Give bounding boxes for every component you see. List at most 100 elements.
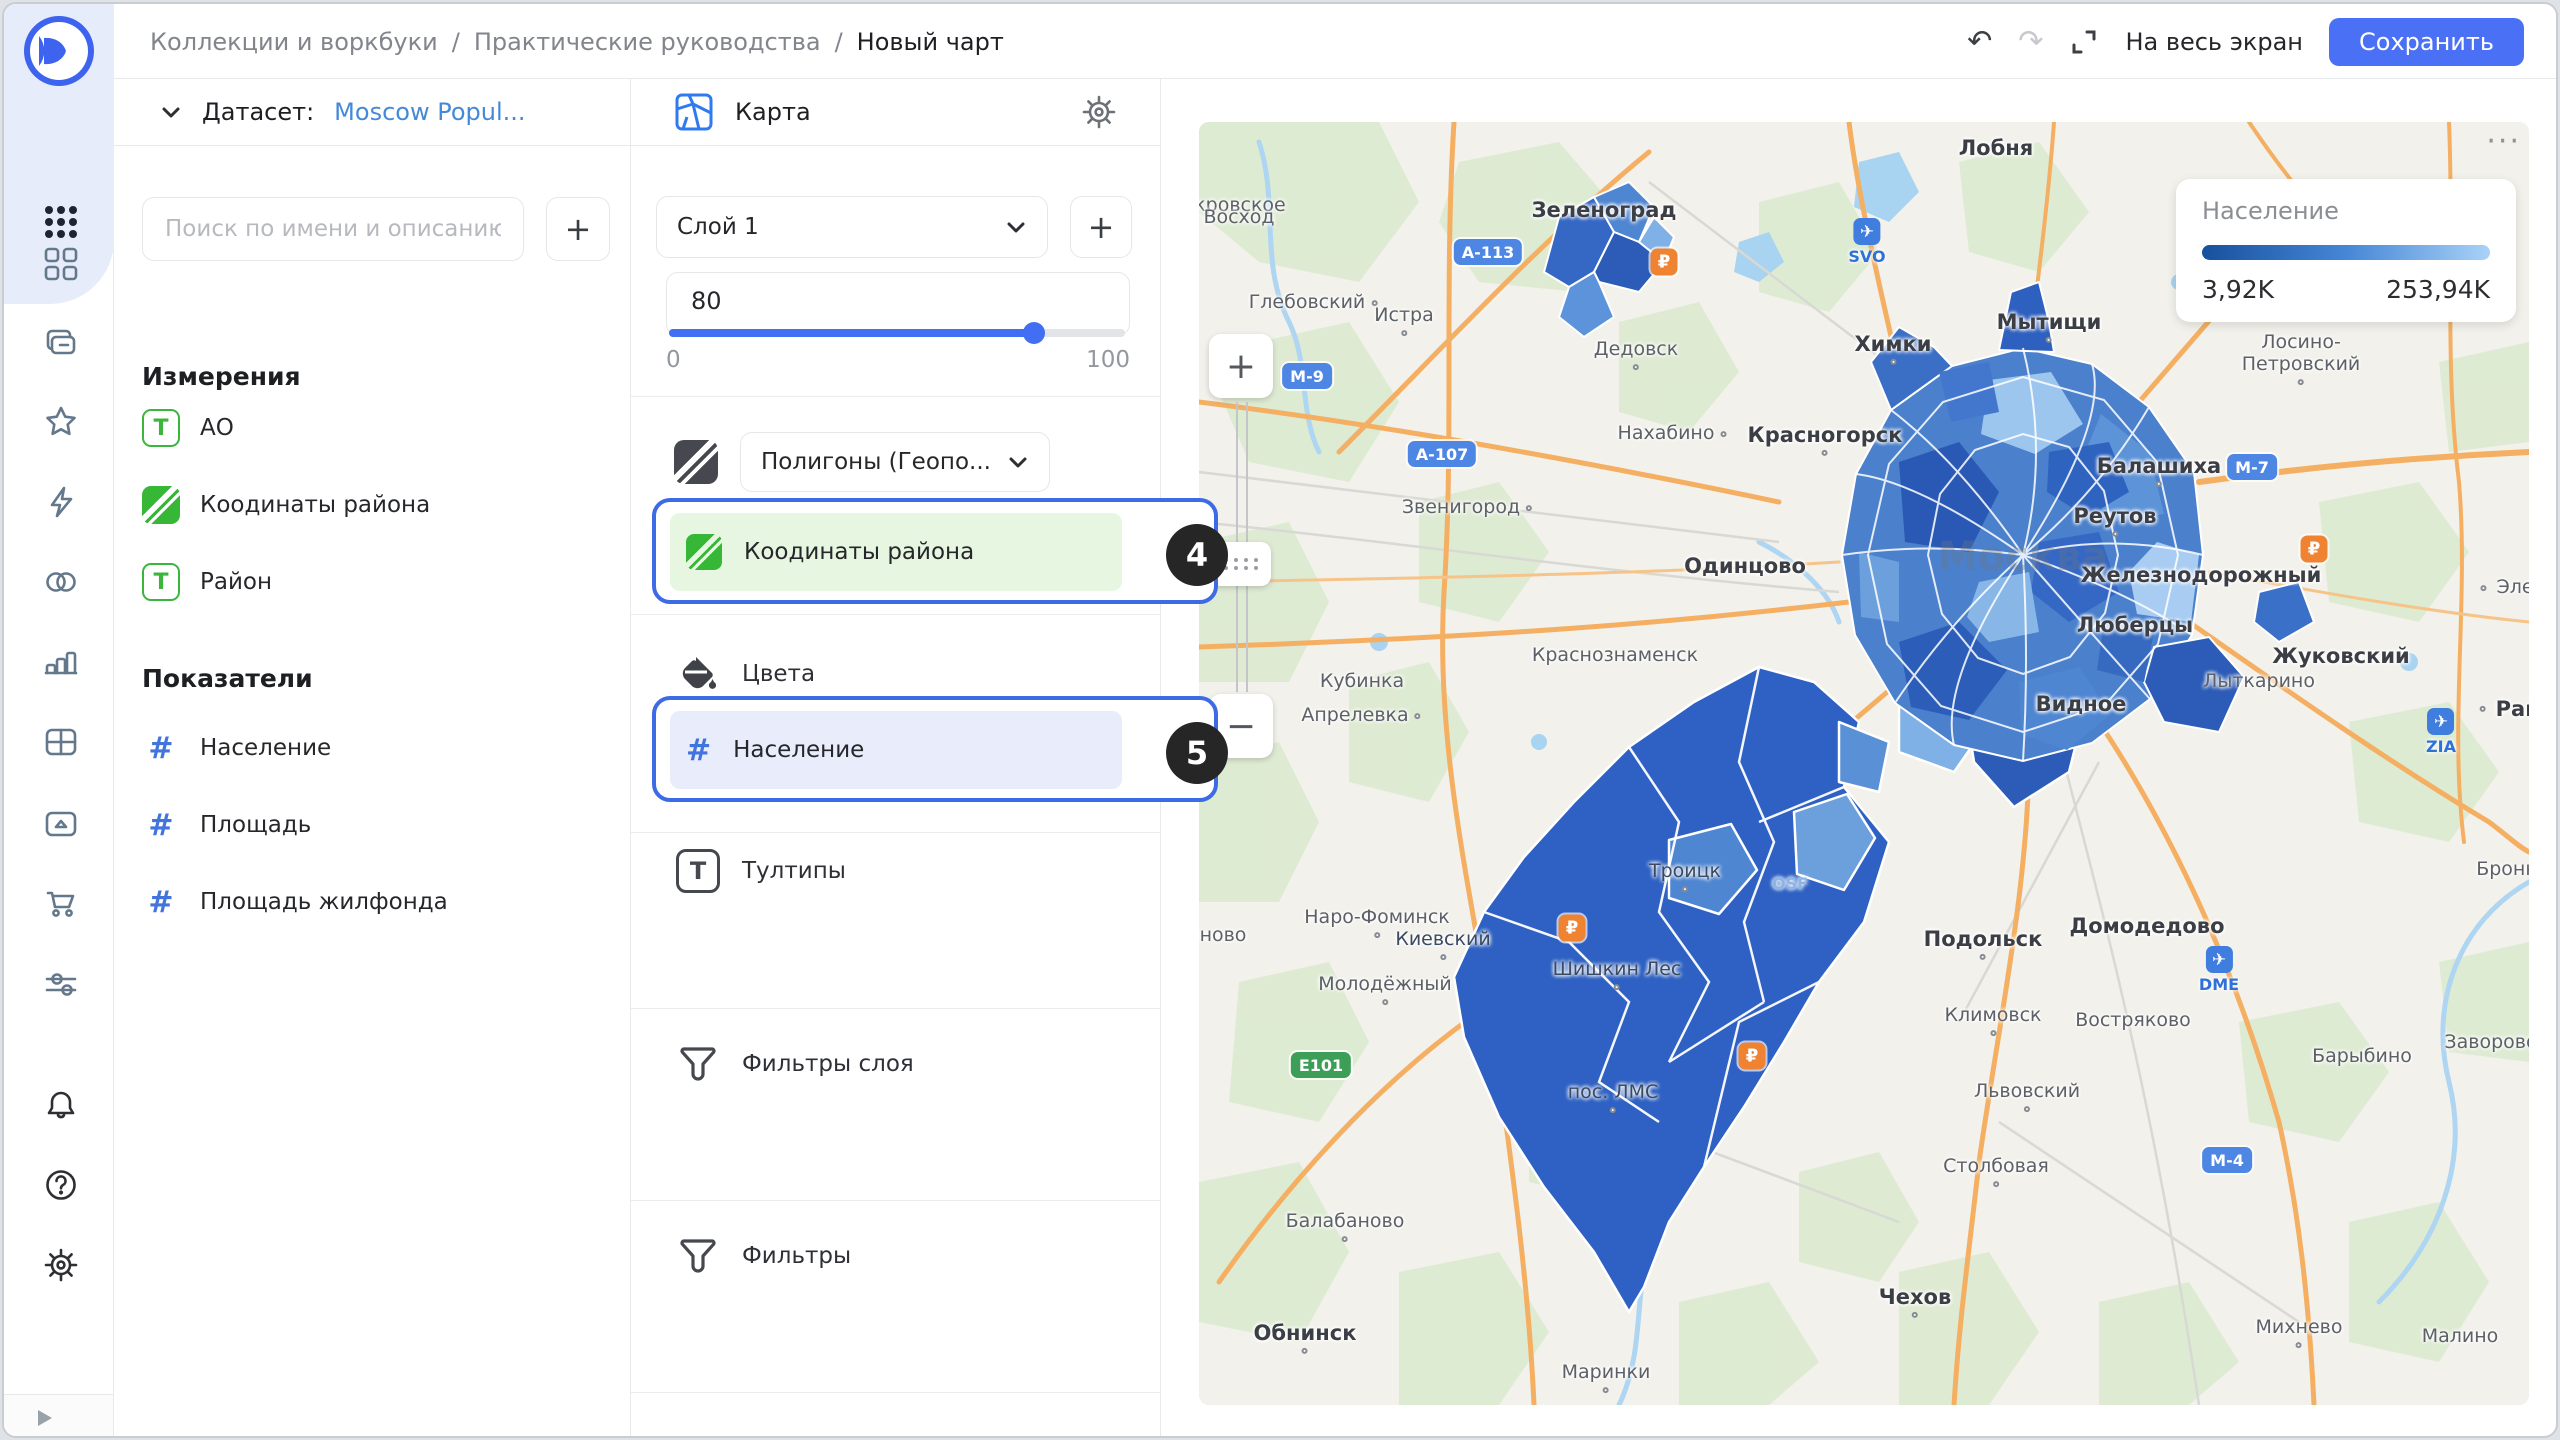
layer-select[interactable]: Слой 1 (656, 196, 1048, 258)
measure-field-row[interactable]: Площадь жилфонда (142, 883, 448, 921)
measure-field-row[interactable]: Площадь (142, 806, 311, 844)
breadcrumb-guides[interactable]: Практические руководства (474, 28, 821, 56)
geolayer-section: Полигоны (Геопо... (674, 432, 1050, 492)
filters-section[interactable]: Фильтры (676, 1234, 851, 1278)
redo-icon[interactable]: ↷ (2018, 27, 2043, 57)
dashboards-icon[interactable] (39, 242, 83, 286)
map-chart-icon[interactable] (673, 91, 715, 133)
connections-icon[interactable] (39, 560, 83, 604)
filters-label: Фильтры (742, 1243, 851, 1269)
tutorial-step-badge-5: 5 (1166, 722, 1228, 784)
storage-folder-icon[interactable] (39, 802, 83, 846)
plane-icon (2205, 946, 2232, 973)
field-label: Коодинаты района (200, 492, 430, 518)
geopolygon-field-label: Коодинаты района (744, 539, 974, 565)
field-type-icon (142, 729, 180, 767)
charts-icon[interactable] (39, 640, 83, 684)
slider-fill (669, 329, 1034, 337)
notifications-bell-icon[interactable] (39, 1084, 83, 1128)
header-actions: ↶ ↷ На весь экран Сохранить (1967, 4, 2524, 79)
tables-icon[interactable] (39, 720, 83, 764)
field-label: Площадь жилфонда (200, 889, 448, 915)
road-shield: М-7 (2227, 454, 2277, 480)
add-field-button[interactable]: + (546, 197, 610, 261)
add-layer-button[interactable]: + (1070, 196, 1132, 258)
colors-field-label: Население (733, 737, 864, 763)
favorites-star-icon[interactable] (39, 400, 83, 444)
breadcrumb-current: Новый чарт (857, 28, 1004, 56)
airport-code: DME (2199, 975, 2239, 994)
chevron-down-icon (1007, 451, 1029, 473)
field-label: Район (200, 569, 272, 595)
legend-max-value: 253,94K (2386, 275, 2490, 304)
ruble-poi-icon: ₽ (1559, 915, 1586, 942)
tooltips-section[interactable]: Тултипы (676, 849, 846, 893)
airport-code: ZIA (2426, 737, 2456, 756)
dimension-field-row[interactable]: АО (142, 409, 234, 447)
layer-opacity-slider[interactable]: 80 (666, 272, 1130, 336)
chart-settings-gear-icon[interactable] (1080, 93, 1118, 131)
chevron-down-icon[interactable] (160, 101, 182, 123)
plane-icon (2428, 708, 2455, 735)
geolayer-select-value: Полигоны (Геопо... (761, 449, 991, 475)
road-shield: А-107 (1408, 441, 1476, 467)
map-canvas[interactable]: Москва ПокровскоеВосходГлебовскийИстраЗе… (1199, 122, 2529, 1405)
collapse-play-icon[interactable] (32, 1406, 56, 1430)
field-search-row: + (142, 197, 610, 261)
legend-title: Население (2202, 197, 2339, 225)
fullscreen-icon[interactable] (2069, 27, 2099, 57)
breadcrumb-collections[interactable]: Коллекции и воркбуки (150, 28, 438, 56)
dataset-name-link[interactable]: Moscow Popul... (334, 98, 525, 126)
dimension-field-row[interactable]: Район (142, 563, 272, 601)
number-icon: # (686, 733, 711, 768)
geopolygon-field-pill[interactable]: Коодинаты района (670, 513, 1122, 591)
slider-track[interactable] (669, 329, 1125, 337)
apps-grid-icon[interactable] (39, 200, 83, 244)
paint-bucket-icon (676, 652, 720, 696)
slider-knob[interactable] (1023, 322, 1045, 344)
rail-footer (4, 1394, 113, 1438)
layer-filters-section[interactable]: Фильтры слоя (676, 1042, 914, 1086)
road-shield: М-4 (2202, 1147, 2252, 1173)
map-more-options-icon[interactable]: ··· (2486, 124, 2521, 159)
colors-label: Цвета (742, 661, 815, 687)
geopolygon-icon (686, 534, 722, 570)
measure-field-row[interactable]: Население (142, 729, 331, 767)
breadcrumb: Коллекции и воркбуки / Практические руко… (150, 4, 1004, 79)
geopolygon-dark-icon (674, 440, 718, 484)
collections-icon[interactable] (39, 322, 83, 366)
quick-actions-icon[interactable] (39, 480, 83, 524)
layer-select-value: Слой 1 (677, 214, 759, 240)
services-sliders-icon[interactable] (39, 962, 83, 1006)
colors-section: Цвета (676, 652, 815, 696)
datalens-logo-icon[interactable] (22, 14, 96, 88)
chevron-down-icon (1005, 216, 1027, 238)
geolayer-type-select[interactable]: Полигоны (Геопо... (740, 432, 1050, 492)
colors-field-pill[interactable]: # Население (670, 711, 1122, 789)
airport-marker: ZIA (2426, 708, 2456, 756)
save-button[interactable]: Сохранить (2329, 18, 2524, 66)
airport-marker: OSF (1772, 874, 1808, 893)
legend-gradient-bar (2202, 245, 2490, 260)
field-search-input[interactable] (142, 197, 524, 261)
dimensions-title: Измерения (142, 362, 301, 391)
help-icon[interactable] (39, 1163, 83, 1207)
field-type-icon (142, 563, 180, 601)
settings-gear-icon[interactable] (39, 1243, 83, 1287)
measures-title: Показатели (142, 664, 313, 693)
field-type-icon (142, 883, 180, 921)
tooltips-label: Тултипы (742, 858, 846, 884)
airport-code: SVO (1848, 247, 1885, 266)
dimension-field-row[interactable]: Коодинаты района (142, 486, 430, 524)
airport-marker: SVO (1848, 218, 1885, 266)
undo-icon[interactable]: ↶ (1967, 27, 1992, 57)
zoom-in-button[interactable]: + (1209, 334, 1273, 398)
datalens-chart-editor: Коллекции и воркбуки / Практические руко… (2, 2, 2558, 1438)
chart-type-header: Карта (631, 79, 1160, 146)
marketplace-cart-icon[interactable] (39, 882, 83, 926)
layer-filters-label: Фильтры слоя (742, 1051, 914, 1077)
fullscreen-label[interactable]: На весь экран (2125, 28, 2303, 56)
funnel-icon (676, 1234, 720, 1278)
chart-type-label: Карта (735, 98, 1060, 126)
opacity-value: 80 (691, 287, 722, 315)
